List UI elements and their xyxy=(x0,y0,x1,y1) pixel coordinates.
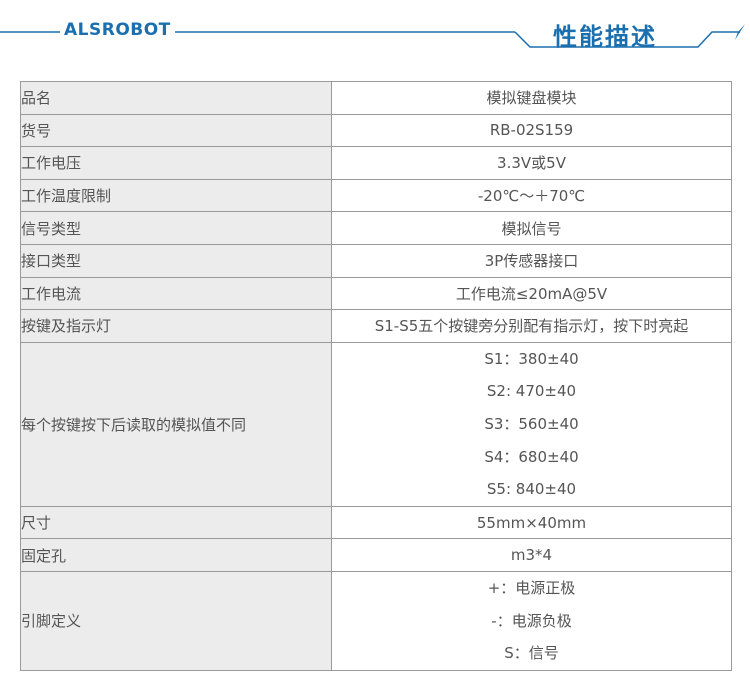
row-label: 固定孔 xyxy=(20,538,332,572)
row-value-list: S1：380±40 S2: 470±40 S3：560±40 S4：680±40… xyxy=(331,341,732,507)
table-row: 信号类型 模拟信号 xyxy=(20,211,732,245)
row-value: 3P传感器接口 xyxy=(331,243,732,278)
table-row: 接口类型 3P传感器接口 xyxy=(20,243,732,278)
table-row: 工作电压 3.3V或5V xyxy=(20,146,732,180)
analog-value-s1: S1：380±40 xyxy=(484,349,579,368)
row-value: 模拟信号 xyxy=(331,211,732,245)
table-row: 工作温度限制 -20℃～＋70℃ xyxy=(20,178,732,213)
row-label: 工作电流 xyxy=(20,276,332,311)
row-label: 按键及指示灯 xyxy=(20,309,332,343)
row-label: 引脚定义 xyxy=(20,570,332,671)
table-row: 按键及指示灯 S1-S5五个按键旁分别配有指示灯，按下时亮起 xyxy=(20,309,732,343)
row-value: RB-02S159 xyxy=(331,113,732,148)
row-value: 3.3V或5V xyxy=(331,146,732,180)
row-value: m3*4 xyxy=(331,538,732,572)
row-value: 55mm×40mm xyxy=(331,505,732,540)
row-value: -20℃～＋70℃ xyxy=(331,178,732,213)
page-header: ALSROBOT 性能描述 xyxy=(0,0,750,60)
pin-signal: S：信号 xyxy=(504,644,559,663)
table-row: 固定孔 m3*4 xyxy=(20,538,732,572)
row-label: 品名 xyxy=(20,81,332,115)
analog-value-s4: S4：680±40 xyxy=(484,447,579,466)
spec-table: 品名 模拟键盘模块 货号 RB-02S159 工作电压 3.3V或5V 工作温度… xyxy=(20,81,732,671)
row-label: 工作电压 xyxy=(20,146,332,180)
row-label: 信号类型 xyxy=(20,211,332,245)
row-label: 货号 xyxy=(20,113,332,148)
brand-logo: ALSROBOT xyxy=(60,20,175,40)
table-row: 尺寸 55mm×40mm xyxy=(20,505,732,540)
pin-negative: -：电源负极 xyxy=(491,611,572,630)
row-label: 尺寸 xyxy=(20,505,332,540)
row-label: 工作温度限制 xyxy=(20,178,332,213)
row-label: 接口类型 xyxy=(20,243,332,278)
table-row: 工作电流 工作电流≤20mA@5V xyxy=(20,276,732,311)
section-title: 性能描述 xyxy=(553,23,657,51)
pin-positive: +：电源正极 xyxy=(487,578,576,597)
row-value: 模拟键盘模块 xyxy=(331,81,732,115)
analog-value-s3: S3：560±40 xyxy=(484,414,579,433)
table-row: 引脚定义 +：电源正极 -：电源负极 S：信号 xyxy=(20,570,732,671)
row-value-list: +：电源正极 -：电源负极 S：信号 xyxy=(331,570,732,671)
row-label: 每个按键按下后读取的模拟值不同 xyxy=(20,341,332,507)
table-row: 货号 RB-02S159 xyxy=(20,113,732,148)
analog-value-s2: S2: 470±40 xyxy=(486,382,577,401)
table-row: 品名 模拟键盘模块 xyxy=(20,81,732,115)
row-value: S1-S5五个按键旁分别配有指示灯，按下时亮起 xyxy=(331,309,732,343)
table-row: 每个按键按下后读取的模拟值不同 S1：380±40 S2: 470±40 S3：… xyxy=(20,341,732,507)
analog-value-s5: S5: 840±40 xyxy=(486,480,577,499)
row-value: 工作电流≤20mA@5V xyxy=(331,276,732,311)
